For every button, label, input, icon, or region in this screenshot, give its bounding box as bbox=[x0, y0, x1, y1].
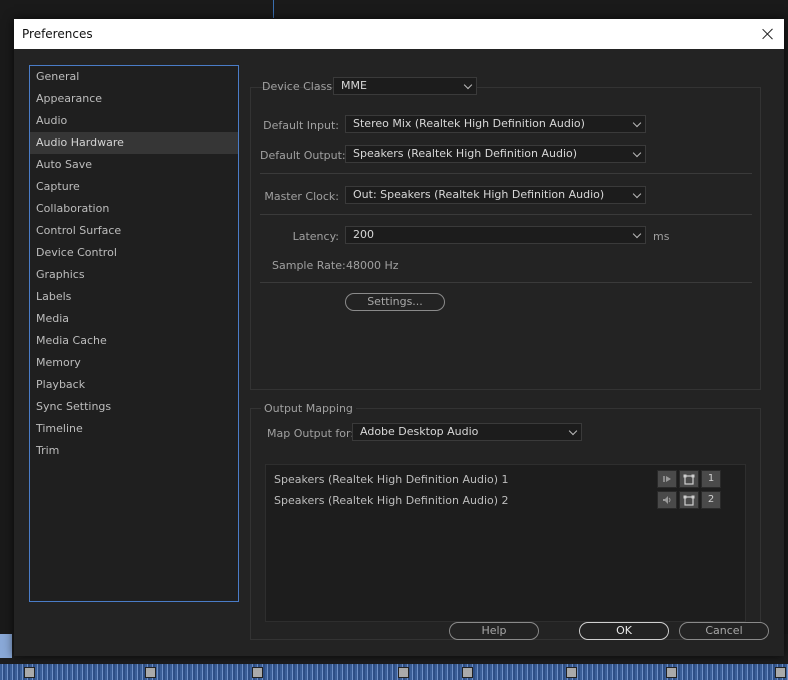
chevron-down-icon bbox=[463, 80, 473, 90]
clip-marker-icon bbox=[462, 667, 473, 678]
dialog-title: Preferences bbox=[22, 27, 93, 41]
background-playhead-line bbox=[273, 0, 274, 18]
clip-marker-icon bbox=[145, 667, 156, 678]
nav-item-collaboration[interactable]: Collaboration bbox=[30, 198, 238, 220]
master-clock-dropdown[interactable]: Out: Speakers (Realtek High Definition A… bbox=[345, 186, 646, 204]
chevron-down-icon bbox=[632, 118, 642, 128]
default-output-value: Speakers (Realtek High Definition Audio) bbox=[353, 147, 578, 160]
chevron-down-icon bbox=[632, 229, 642, 239]
nav-item-device-control[interactable]: Device Control bbox=[30, 242, 238, 264]
latency-dropdown[interactable]: 200 bbox=[345, 226, 646, 244]
nav-item-timeline[interactable]: Timeline bbox=[30, 418, 238, 440]
nav-item-general[interactable]: General bbox=[30, 66, 238, 88]
nav-item-labels[interactable]: Labels bbox=[30, 286, 238, 308]
master-clock-value: Out: Speakers (Realtek High Definition A… bbox=[353, 188, 605, 201]
channel-bracket-icon[interactable] bbox=[679, 491, 699, 509]
output-mapping-list: Speakers (Realtek High Definition Audio)… bbox=[265, 464, 746, 622]
clip-marker-icon bbox=[398, 667, 409, 678]
channel-number-badge[interactable]: 1 bbox=[701, 470, 721, 488]
ok-button[interactable]: OK bbox=[579, 622, 669, 640]
map-output-for-value: Adobe Desktop Audio bbox=[360, 425, 479, 438]
nav-item-audio[interactable]: Audio bbox=[30, 110, 238, 132]
nav-item-memory[interactable]: Memory bbox=[30, 352, 238, 374]
clip-marker-icon bbox=[252, 667, 263, 678]
divider bbox=[260, 214, 752, 215]
preferences-nav-list: General Appearance Audio Audio Hardware Auto… bbox=[29, 65, 239, 602]
latency-label: Latency: bbox=[292, 230, 339, 243]
background-clip bbox=[0, 634, 12, 658]
clip-marker-icon bbox=[775, 667, 786, 678]
output-mapping-section-label: Output Mapping bbox=[261, 402, 356, 415]
sample-rate-label: Sample Rate: bbox=[272, 259, 346, 272]
preferences-dialog: Preferences General Appearance Audio Audio … bbox=[14, 19, 784, 656]
mapping-row-label: Speakers (Realtek High Definition Audio)… bbox=[274, 494, 509, 507]
clip-marker-icon bbox=[24, 667, 35, 678]
mapping-row-label: Speakers (Realtek High Definition Audio)… bbox=[274, 473, 509, 486]
dialog-titlebar: Preferences bbox=[14, 19, 784, 49]
help-button[interactable]: Help bbox=[449, 622, 539, 640]
latency-unit: ms bbox=[653, 230, 670, 243]
default-input-value: Stereo Mix (Realtek High Definition Audi… bbox=[353, 117, 585, 130]
nav-item-capture[interactable]: Capture bbox=[30, 176, 238, 198]
divider bbox=[260, 173, 752, 174]
default-output-dropdown[interactable]: Speakers (Realtek High Definition Audio) bbox=[345, 145, 646, 163]
settings-button[interactable]: Settings... bbox=[345, 293, 445, 311]
divider bbox=[260, 282, 752, 283]
close-button[interactable] bbox=[756, 22, 780, 46]
map-output-for-dropdown[interactable]: Adobe Desktop Audio bbox=[352, 423, 582, 441]
clip-marker-icon bbox=[666, 667, 677, 678]
nav-item-graphics[interactable]: Graphics bbox=[30, 264, 238, 286]
chevron-down-icon bbox=[632, 148, 642, 158]
nav-item-auto-save[interactable]: Auto Save bbox=[30, 154, 238, 176]
channel-bracket-icon[interactable] bbox=[679, 470, 699, 488]
play-icon[interactable] bbox=[657, 470, 677, 488]
default-input-label: Default Input: bbox=[263, 119, 339, 132]
nav-item-audio-hardware[interactable]: Audio Hardware bbox=[30, 132, 238, 154]
chevron-down-icon bbox=[568, 426, 578, 436]
speaker-icon[interactable] bbox=[657, 491, 677, 509]
nav-item-control-surface[interactable]: Control Surface bbox=[30, 220, 238, 242]
device-class-value: MME bbox=[341, 79, 367, 92]
nav-item-sync-settings[interactable]: Sync Settings bbox=[30, 396, 238, 418]
clip-marker-icon bbox=[566, 667, 577, 678]
nav-item-media[interactable]: Media bbox=[30, 308, 238, 330]
nav-item-trim[interactable]: Trim bbox=[30, 440, 238, 462]
default-output-label: Default Output: bbox=[260, 149, 346, 162]
map-output-for-label: Map Output for: bbox=[267, 427, 355, 440]
nav-item-media-cache[interactable]: Media Cache bbox=[30, 330, 238, 352]
device-class-label: Device Class: bbox=[262, 80, 336, 93]
sample-rate-value: 48000 Hz bbox=[346, 259, 399, 272]
default-input-dropdown[interactable]: Stereo Mix (Realtek High Definition Audi… bbox=[345, 115, 646, 133]
chevron-down-icon bbox=[632, 189, 642, 199]
nav-item-appearance[interactable]: Appearance bbox=[30, 88, 238, 110]
cancel-button[interactable]: Cancel bbox=[679, 622, 769, 640]
latency-value: 200 bbox=[353, 228, 374, 241]
device-class-dropdown[interactable]: MME bbox=[333, 77, 477, 95]
nav-item-playback[interactable]: Playback bbox=[30, 374, 238, 396]
master-clock-label: Master Clock: bbox=[264, 190, 339, 203]
channel-number-badge[interactable]: 2 bbox=[701, 491, 721, 509]
